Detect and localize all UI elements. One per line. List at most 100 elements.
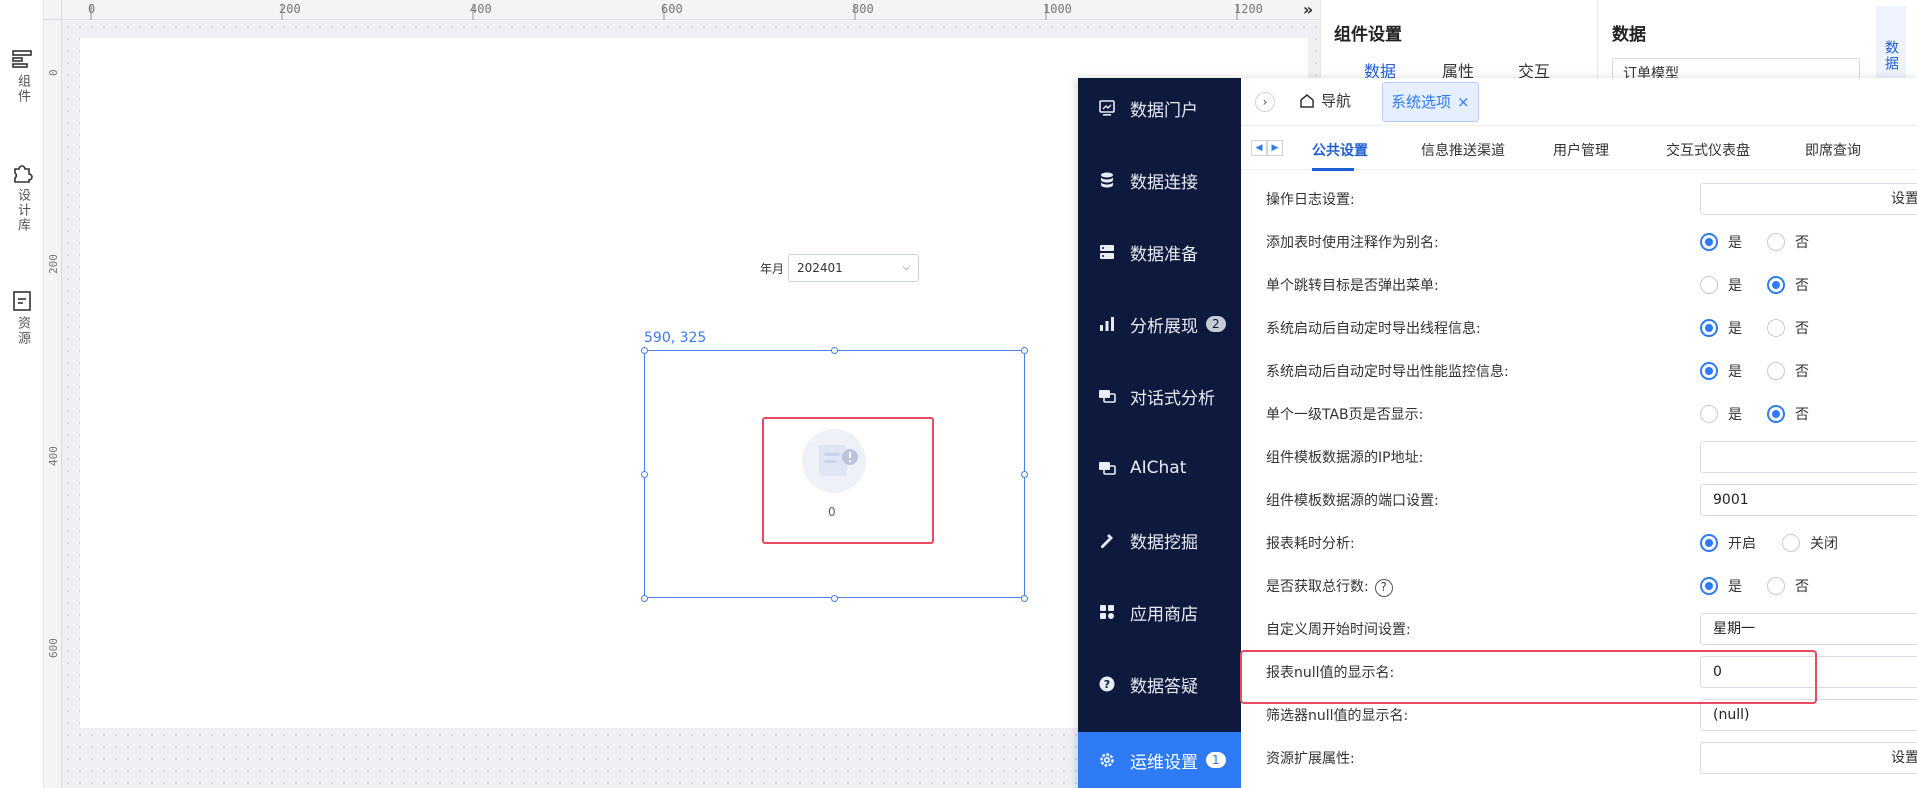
- radio-dot: [1700, 362, 1718, 380]
- resize-handle-sw[interactable]: [641, 595, 648, 602]
- divider: [1597, 0, 1598, 80]
- perf-export-no-radio[interactable]: 否: [1767, 361, 1809, 381]
- nav-item-data-portal[interactable]: 数据门户: [1078, 80, 1241, 136]
- resize-handle-e[interactable]: [1021, 471, 1028, 478]
- subtab-user-mgmt[interactable]: 用户管理: [1553, 140, 1609, 160]
- resize-handle-n[interactable]: [831, 347, 838, 354]
- tpl-port-input[interactable]: 9001: [1700, 484, 1917, 516]
- op-log-settings-button[interactable]: 设置: [1700, 183, 1917, 215]
- rail-item-resources[interactable]: 资源: [0, 290, 44, 346]
- timing-on-radio[interactable]: 开启: [1700, 533, 1756, 553]
- rail-item-design-library[interactable]: 设计库: [0, 162, 44, 233]
- nav-item-aichat[interactable]: AIChat: [1078, 440, 1241, 496]
- gear-icon: [1100, 753, 1114, 767]
- subtab-push-channels[interactable]: 信息推送渠道: [1421, 140, 1505, 160]
- setting-jump-menu: 单个跳转目标是否弹出菜单: 是 否: [1241, 263, 1917, 306]
- nav-label: 数据门户: [1130, 100, 1198, 121]
- scroll-right-icon[interactable]: ▶: [1267, 140, 1283, 156]
- radio-label: 否: [1795, 235, 1809, 251]
- nav-item-data-qa[interactable]: ? 数据答疑: [1078, 656, 1241, 712]
- rail-item-components[interactable]: 组件: [0, 48, 44, 104]
- setting-label: 是否获取总行数:?: [1266, 576, 1393, 597]
- nav-item-data-connection[interactable]: 数据连接: [1078, 152, 1241, 208]
- nav-item-analysis[interactable]: 分析展现 2: [1078, 296, 1241, 352]
- radio-label: 是: [1728, 235, 1742, 251]
- tpl-ip-input[interactable]: [1700, 441, 1917, 473]
- setting-tpl-port: 组件模板数据源的端口设置: 9001: [1241, 478, 1917, 521]
- portal-icon: [1099, 100, 1115, 116]
- radio-dot: [1767, 405, 1785, 423]
- help-icon[interactable]: ?: [1374, 579, 1393, 597]
- radio-label: 否: [1795, 278, 1809, 294]
- resize-handle-w[interactable]: [641, 471, 648, 478]
- ruler-tick-label: 200: [279, 2, 301, 16]
- radio-label: 否: [1795, 321, 1809, 337]
- resize-handle-s[interactable]: [831, 595, 838, 602]
- collapse-panel-button[interactable]: »: [1296, 0, 1320, 20]
- setting-label: 组件模板数据源的端口设置:: [1266, 493, 1439, 509]
- ruler-tick-label: 1200: [1234, 2, 1263, 16]
- scroll-left-icon[interactable]: ◀: [1251, 140, 1267, 156]
- ruler-tick-label: 1000: [1043, 2, 1072, 16]
- nav-item-data-mining[interactable]: 数据挖掘: [1078, 512, 1241, 568]
- nav-item-app-store[interactable]: 应用商店: [1078, 584, 1241, 640]
- resize-handle-se[interactable]: [1021, 595, 1028, 602]
- settings-subtabs: ◀ ▶ 公共设置 信息推送渠道 用户管理 交互式仪表盘 即席查询: [1241, 126, 1917, 170]
- rail-label: 资源: [15, 316, 30, 346]
- radio-dot: [1700, 405, 1718, 423]
- setting-label: 系统启动后自动定时导出线程信息:: [1266, 321, 1481, 337]
- ruler-tick-label: 0: [88, 2, 96, 16]
- ruler-tick-label: 800: [852, 2, 874, 16]
- total-rows-yes-radio[interactable]: 是: [1700, 576, 1742, 596]
- tool-rail: 组件 设计库 资源: [0, 0, 44, 788]
- week-start-select[interactable]: 星期一: [1700, 613, 1917, 645]
- timing-off-radio[interactable]: 关闭: [1782, 533, 1838, 553]
- ai-chat-icon: [1099, 462, 1116, 475]
- question-icon: ?: [1099, 676, 1115, 692]
- puzzle-icon: [14, 165, 33, 183]
- server-icon: [1100, 245, 1114, 259]
- single-tab-yes-radio[interactable]: 是: [1700, 404, 1742, 424]
- setting-label: 系统启动后自动定时导出性能监控信息:: [1266, 364, 1509, 380]
- jump-menu-yes-radio[interactable]: 是: [1700, 275, 1742, 295]
- perf-export-yes-radio[interactable]: 是: [1700, 361, 1742, 381]
- subtab-adhoc[interactable]: 即席查询: [1805, 140, 1861, 160]
- ruler-horizontal: 0 200 400 600 800 1000 1200: [44, 0, 1320, 20]
- chevron-right-icon[interactable]: ›: [1255, 92, 1275, 112]
- ruler-tick-label: 400: [47, 446, 60, 466]
- ruler-corner: [44, 0, 62, 20]
- ruler-tick-label: 600: [661, 2, 683, 16]
- total-rows-label: 是否获取总行数:: [1266, 579, 1369, 595]
- data-section-title: 数据: [1612, 25, 1646, 45]
- year-month-select[interactable]: 202401 ⌵: [788, 254, 919, 282]
- subtab-scroll: ◀ ▶: [1251, 140, 1283, 156]
- thread-export-no-radio[interactable]: 否: [1767, 318, 1809, 338]
- alias-yes-radio[interactable]: 是: [1700, 232, 1742, 252]
- subtab-dashboard[interactable]: 交互式仪表盘: [1666, 140, 1750, 160]
- chevron-down-icon: ⌵: [902, 262, 910, 273]
- alias-no-radio[interactable]: 否: [1767, 232, 1809, 252]
- radio-label: 否: [1795, 407, 1809, 423]
- pickaxe-icon: [1101, 534, 1113, 548]
- ruler-tick-label: 0: [47, 69, 60, 76]
- rail-label: 设计库: [15, 188, 30, 233]
- tab-system-options[interactable]: 系统选项 ×: [1382, 82, 1479, 122]
- radio-dot: [1767, 577, 1785, 595]
- resize-handle-nw[interactable]: [641, 347, 648, 354]
- total-rows-no-radio[interactable]: 否: [1767, 576, 1809, 596]
- resize-handle-ne[interactable]: [1021, 347, 1028, 354]
- nav-item-data-prep[interactable]: 数据准备: [1078, 224, 1241, 280]
- thread-export-yes-radio[interactable]: 是: [1700, 318, 1742, 338]
- subtab-common[interactable]: 公共设置: [1312, 140, 1368, 160]
- setting-timing: 报表耗时分析: 开启 关闭: [1241, 521, 1917, 564]
- nav-home-tab[interactable]: 导航: [1299, 90, 1351, 111]
- resource-ext-settings-button[interactable]: 设置: [1700, 742, 1917, 774]
- chat-icon: [1099, 390, 1116, 403]
- close-icon[interactable]: ×: [1457, 93, 1470, 111]
- position-readout: 590, 325: [644, 330, 707, 346]
- setting-label: 自定义周开始时间设置:: [1266, 622, 1411, 638]
- nav-item-ops-settings[interactable]: 运维设置 1: [1078, 732, 1241, 788]
- nav-item-conversational[interactable]: 对话式分析: [1078, 368, 1241, 424]
- jump-menu-no-radio[interactable]: 否: [1767, 275, 1809, 295]
- single-tab-no-radio[interactable]: 否: [1767, 404, 1809, 424]
